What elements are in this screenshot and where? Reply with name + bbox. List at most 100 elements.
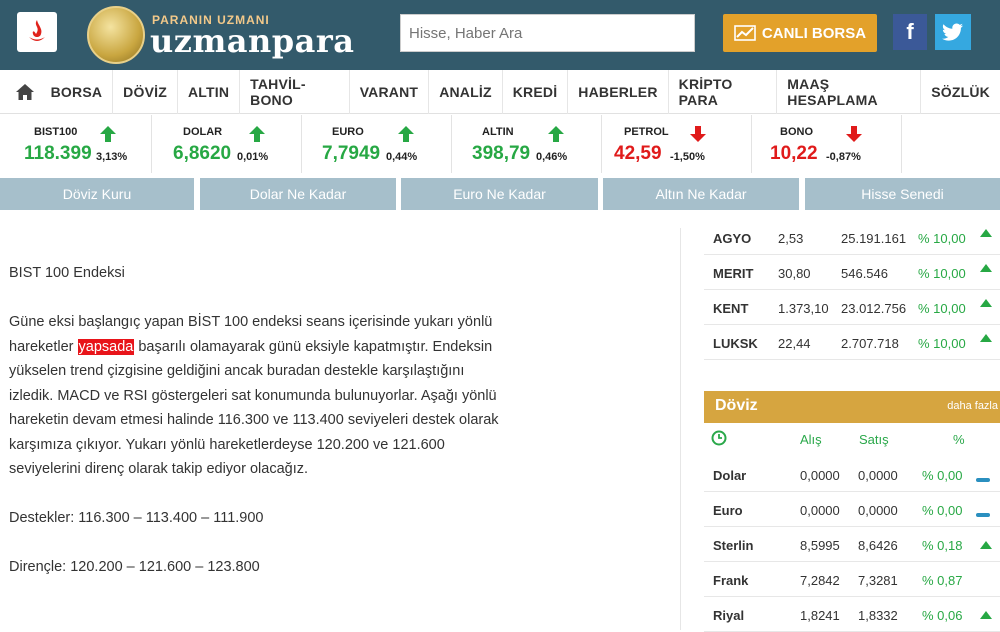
stock-volume: 23.012.756 [841, 301, 907, 316]
trend-up-icon [980, 334, 992, 345]
arrow-down-icon [844, 124, 864, 149]
ticker-percent: -0,87% [826, 151, 861, 163]
currency-sell: 7,3281 [858, 573, 898, 588]
stock-percent: % 10,00 [918, 336, 966, 351]
ticker-name: BIST100 [34, 126, 78, 138]
currency-row[interactable]: Sterlin 8,5995 8,6426 % 0,18 [704, 527, 1000, 562]
ticker-percent: -1,50% [670, 151, 705, 163]
ticker-percent: 0,01% [237, 151, 269, 163]
home-button[interactable] [10, 83, 41, 101]
highlighted-word: yapsada [77, 338, 135, 355]
stock-percent: % 10,00 [918, 301, 966, 316]
ticker-item-dolar[interactable]: DOLAR 6,8620 0,01% [152, 115, 302, 173]
nav-item-tahvil-bono[interactable]: TAHVİL-BONO [240, 69, 350, 114]
stock-percent: % 10,00 [918, 231, 966, 246]
currency-percent: % 0,00 [922, 503, 963, 518]
nav-item-altin[interactable]: ALTIN [178, 69, 241, 114]
currency-sell: 0,0000 [858, 503, 898, 518]
nav-item-sozluk[interactable]: SÖZLÜK [921, 70, 1000, 114]
currency-sell: 0,0000 [858, 468, 898, 483]
quick-link-hisse-senedi[interactable]: Hisse Senedi [805, 178, 1000, 210]
currency-name: Frank [713, 573, 749, 588]
resistance-levels: Dirençle: 120.200 – 121.600 – 123.800 [9, 559, 260, 575]
twitter-icon [942, 23, 963, 41]
ticker-item-bono[interactable]: BONO 10,22 -0,87% [752, 115, 902, 173]
main-nav: BORSA DÖVİZ ALTIN TAHVİL-BONO VARANT ANA… [0, 69, 1000, 114]
live-market-label: CANLI BORSA [761, 24, 867, 42]
ticker-name: EURO [332, 126, 364, 138]
currency-sell: 8,6426 [858, 538, 898, 553]
currency-percent: % 0,00 [922, 468, 963, 483]
arrow-up-icon [546, 124, 566, 149]
quick-link-doviz-kuru[interactable]: Döviz Kuru [0, 178, 194, 210]
ticker-value: 42,59 [614, 143, 662, 164]
ticker-item-euro[interactable]: EURO 7,7949 0,44% [302, 115, 452, 173]
ticker-value: 398,79 [472, 143, 531, 164]
trend-up-icon [980, 607, 992, 622]
stock-volume: 546.546 [841, 266, 888, 281]
stock-price: 22,44 [778, 336, 811, 351]
currency-row[interactable]: Euro 0,0000 0,0000 % 0,00 [704, 492, 1000, 527]
nav-item-borsa[interactable]: BORSA [41, 69, 114, 114]
quick-link-altin[interactable]: Altın Ne Kadar [603, 178, 799, 210]
stock-code: MERIT [713, 266, 754, 281]
currency-row[interactable]: Dolar 0,0000 0,0000 % 0,00 [704, 457, 1000, 492]
trend-flat-icon [976, 506, 990, 521]
currency-row[interactable]: Frank 7,2842 7,3281 % 0,87 [704, 562, 1000, 597]
doviz-col-buy: Alış [800, 432, 822, 447]
clock-icon [711, 430, 727, 446]
article-text-after: başarılı olamayarak günü eksiyle kapatmı… [9, 338, 499, 478]
stock-percent: % 10,00 [918, 266, 966, 281]
nav-item-varant[interactable]: VARANT [350, 69, 430, 114]
arrow-down-icon [688, 124, 708, 149]
facebook-button[interactable]: f [893, 14, 927, 50]
currency-name: Riyal [713, 608, 745, 623]
ticker-value: 7,7949 [322, 143, 381, 164]
search-input[interactable] [400, 14, 695, 52]
stock-code: AGYO [713, 231, 752, 246]
stock-row[interactable]: AGYO 2,53 25.191.161 % 10,00 [704, 220, 1000, 255]
trend-flat-icon [976, 471, 990, 486]
stock-price: 1.373,10 [778, 301, 829, 316]
live-market-button[interactable]: CANLI BORSA [723, 14, 877, 52]
facebook-icon: f [906, 19, 914, 44]
doviz-more-link[interactable]: daha fazla [947, 400, 998, 412]
ticker-value: 6,8620 [173, 143, 232, 164]
nav-item-haberler[interactable]: HABERLER [568, 69, 669, 114]
twitter-button[interactable] [935, 14, 971, 50]
currency-buy: 1,8241 [800, 608, 840, 623]
quick-link-dolar[interactable]: Dolar Ne Kadar [200, 178, 396, 210]
coin-logo-icon[interactable] [87, 6, 145, 64]
quick-link-euro[interactable]: Euro Ne Kadar [401, 178, 598, 210]
doviz-col-sell: Satış [859, 432, 889, 447]
ticker-item-altin[interactable]: ALTIN 398,79 0,46% [452, 115, 602, 173]
stock-row[interactable]: MERIT 30,80 546.546 % 10,00 [704, 255, 1000, 290]
nav-item-kripto-para[interactable]: KRİPTO PARA [669, 69, 778, 114]
stock-price: 2,53 [778, 231, 804, 246]
brand-name[interactable]: uzmanpara [150, 22, 355, 60]
ticker-value: 10,22 [770, 143, 818, 164]
doviz-title: Döviz [715, 397, 758, 414]
stock-row[interactable]: KENT 1.373,10 23.012.756 % 10,00 [704, 290, 1000, 325]
ticker-item-petrol[interactable]: PETROL 42,59 -1,50% [602, 115, 752, 173]
currency-percent: % 0,87 [922, 573, 963, 588]
nav-item-kredi[interactable]: KREDİ [503, 69, 569, 114]
ticker-value: 118.399 [24, 143, 92, 164]
nav-item-doviz[interactable]: DÖVİZ [113, 69, 178, 114]
ticker-percent: 0,44% [386, 151, 418, 163]
trend-up-icon [980, 264, 992, 275]
currency-buy: 7,2842 [800, 573, 840, 588]
stock-code: LUKSK [713, 336, 758, 351]
currency-row[interactable]: Riyal 1,8241 1,8332 % 0,06 [704, 597, 1000, 632]
stock-row[interactable]: LUKSK 22,44 2.707.718 % 10,00 [704, 325, 1000, 360]
stock-code: KENT [713, 301, 749, 316]
stock-price: 30,80 [778, 266, 811, 281]
arrow-up-icon [98, 124, 118, 149]
currency-name: Sterlin [713, 538, 754, 553]
currency-buy: 8,5995 [800, 538, 840, 553]
partner-logo[interactable] [17, 12, 57, 52]
nav-item-maas-hesaplama[interactable]: MAAŞ HESAPLAMA [777, 69, 922, 114]
nav-item-analiz[interactable]: ANALİZ [429, 69, 503, 114]
trend-up-icon [980, 537, 992, 552]
ticker-item-bist100[interactable]: BIST100 118.399 3,13% [2, 115, 152, 173]
